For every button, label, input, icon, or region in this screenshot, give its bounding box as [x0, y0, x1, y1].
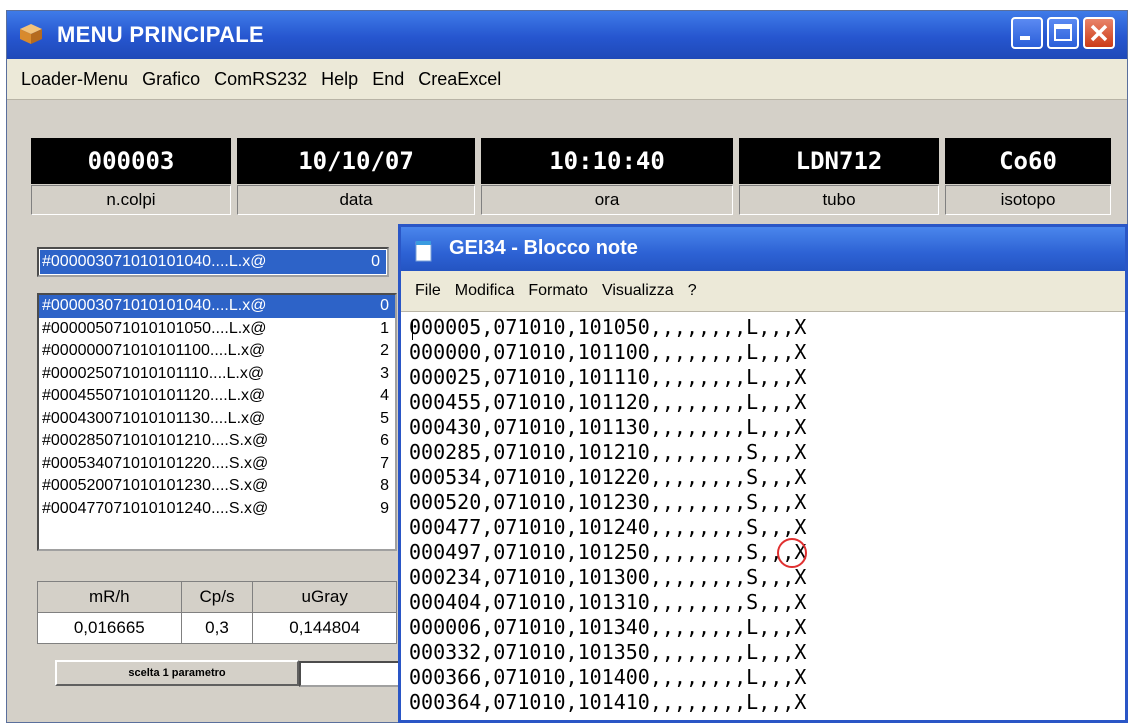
list-item[interactable]: #000003071010101040....L.x@ 0 [39, 295, 395, 318]
mrh-header: mR/h [37, 581, 182, 613]
minimize-button[interactable] [1011, 17, 1043, 49]
text-line: 000477,071010,101240,,,,,,,,S,,,X [409, 515, 807, 539]
text-line: 000332,071010,101350,,,,,,,,L,,,X [409, 640, 807, 664]
list-item-text: #000430071010101130....L.x@ [42, 409, 266, 427]
window-title: MENU PRINCIPALE [57, 22, 264, 47]
record-list[interactable]: #000003071010101040....L.x@ 0 #0000050710… [37, 293, 397, 551]
maximize-button[interactable] [1047, 17, 1079, 49]
notepad-titlebar[interactable]: GEI34 - Blocco note [401, 227, 1125, 271]
list-item[interactable]: #000455071010101120....L.x@ 4 [39, 385, 395, 408]
combo-index: 0 [371, 253, 380, 270]
main-titlebar[interactable]: MENU PRINCIPALE [7, 11, 1127, 59]
list-item-text: #000477071010101240....S.x@ [42, 499, 269, 517]
cps-header: Cp/s [180, 581, 254, 613]
date-label: data [237, 185, 475, 215]
isotope-display: Co60 [945, 138, 1111, 184]
param-field[interactable] [299, 661, 409, 687]
list-item[interactable]: #000285071010101210....S.x@ 6 [39, 430, 395, 453]
colpi-display: 000003 [31, 138, 231, 184]
notepad-text-area[interactable]: 000005,071010,101050,,,,,,,,L,,,X 000000… [409, 315, 1125, 720]
tube-display: LDN712 [739, 138, 939, 184]
close-button[interactable] [1083, 17, 1115, 49]
text-line: 000000,071010,101100,,,,,,,,L,,,X [409, 340, 807, 364]
text-line: 000005,071010,101050,,,,,,,,L,,,X [409, 315, 807, 339]
list-item[interactable]: #000025071010101110....L.x@ 3 [39, 363, 395, 386]
combo-text: #000003071010101040....L.x@ [42, 253, 267, 270]
menu-help[interactable]: Help [314, 59, 365, 99]
list-item-text: #000005071010101050....L.x@ [42, 319, 267, 337]
text-line: 000285,071010,101210,,,,,,,,S,,,X [409, 440, 807, 464]
time-display: 10:10:40 [481, 138, 733, 184]
list-item-text: #000520071010101230....S.x@ [42, 477, 269, 494]
list-item-text: #000455071010101120....L.x@ [42, 387, 266, 404]
text-line: 000006,071010,101340,,,,,,,,L,,,X [409, 615, 807, 639]
time-label: ora [481, 185, 733, 215]
list-item[interactable]: #000477071010101240....S.x@ 9 [39, 498, 395, 521]
combo-selected: #000003071010101040....L.x@ 0 [40, 250, 386, 274]
text-line: 000025,071010,101110,,,,,,,,L,,,X [409, 365, 807, 389]
list-item-text: #000534071010101220....S.x@ [42, 454, 269, 472]
text-line: 000404,071010,101310,,,,,,,,S,,,X [409, 590, 807, 614]
text-line: 000364,071010,101410,,,,,,,,L,,,X [409, 690, 807, 714]
list-item-index: 4 [380, 387, 389, 404]
menu-end[interactable]: End [365, 59, 411, 99]
list-item-text: #000000071010101100....L.x@ [42, 342, 266, 359]
main-menubar: Loader-Menu Grafico ComRS232 Help End CreaExc… [7, 59, 1127, 100]
list-item-index: 9 [380, 499, 389, 517]
text-line: 000520,071010,101230,,,,,,,,S,,,X [409, 490, 807, 514]
minimize-icon [1020, 36, 1030, 40]
ugray-value: 0,144804 [252, 612, 397, 644]
list-item-index: 2 [380, 342, 389, 359]
menu-creaexcel[interactable]: CreaExcel [411, 59, 508, 99]
date-display: 10/10/07 [237, 138, 475, 184]
list-item-index: 6 [380, 432, 389, 449]
menu-modifica[interactable]: Modifica [448, 271, 522, 311]
maximize-icon [1054, 24, 1072, 41]
list-item-index: 7 [380, 454, 389, 472]
measures-table: mR/h Cp/s uGray 0,016665 0,3 0,144804 [37, 581, 397, 644]
list-item-index: 0 [380, 297, 389, 314]
notepad-window: GEI34 - Blocco note File Modifica Formato V… [398, 224, 1128, 723]
list-item-index: 5 [380, 409, 389, 427]
menu-formato[interactable]: Formato [521, 271, 595, 311]
list-item[interactable]: #000005071010101050....L.x@ 1 [39, 318, 395, 341]
isotope-label: isotopo [945, 185, 1111, 215]
record-combo[interactable]: #000003071010101040....L.x@ 0 [37, 247, 389, 277]
list-item-text: #000025071010101110....L.x@ [42, 364, 265, 382]
colpi-label: n.colpi [31, 185, 231, 215]
menu-comrs232[interactable]: ComRS232 [207, 59, 314, 99]
notepad-title: GEI34 - Blocco note [449, 237, 638, 259]
notepad-icon [415, 241, 432, 262]
menu-help-question[interactable]: ? [681, 271, 704, 311]
param-select-button[interactable]: scelta 1 parametro [55, 660, 299, 686]
menu-grafico[interactable]: Grafico [135, 59, 207, 99]
ugray-header: uGray [252, 581, 397, 613]
text-caret [412, 320, 413, 340]
highlight-circle [777, 538, 807, 568]
text-line: 000366,071010,101400,,,,,,,,L,,,X [409, 665, 807, 689]
list-item[interactable]: #000520071010101230....S.x@ 8 [39, 475, 395, 498]
text-line: 000455,071010,101120,,,,,,,,L,,,X [409, 390, 807, 414]
menu-visualizza[interactable]: Visualizza [595, 271, 681, 311]
list-item[interactable]: #000534071010101220....S.x@ 7 [39, 453, 395, 476]
text-line: 000430,071010,101130,,,,,,,,L,,,X [409, 415, 807, 439]
list-item[interactable]: #000430071010101130....L.x@ 5 [39, 408, 395, 431]
text-line: 000234,071010,101300,,,,,,,,S,,,X [409, 565, 807, 589]
list-item-text: #000003071010101040....L.x@ [42, 297, 267, 314]
list-item-index: 3 [380, 364, 389, 382]
app-box-icon [20, 24, 42, 44]
list-item[interactable]: #000000071010101100....L.x@ 2 [39, 340, 395, 363]
cps-value: 0,3 [180, 612, 254, 644]
list-item-index: 1 [380, 319, 389, 337]
menu-loader[interactable]: Loader-Menu [7, 59, 135, 99]
list-item-text: #000285071010101210....S.x@ [42, 432, 269, 449]
text-line: 000534,071010,101220,,,,,,,,S,,,X [409, 465, 807, 489]
mrh-value: 0,016665 [37, 612, 182, 644]
notepad-menubar: File Modifica Formato Visualizza? [401, 271, 1125, 312]
menu-file[interactable]: File [401, 271, 448, 311]
close-icon [1090, 24, 1108, 42]
list-item-index: 8 [380, 477, 389, 494]
tube-label: tubo [739, 185, 939, 215]
text-line: 000497,071010,101250,,,,,,,,S,,,X [409, 540, 807, 564]
